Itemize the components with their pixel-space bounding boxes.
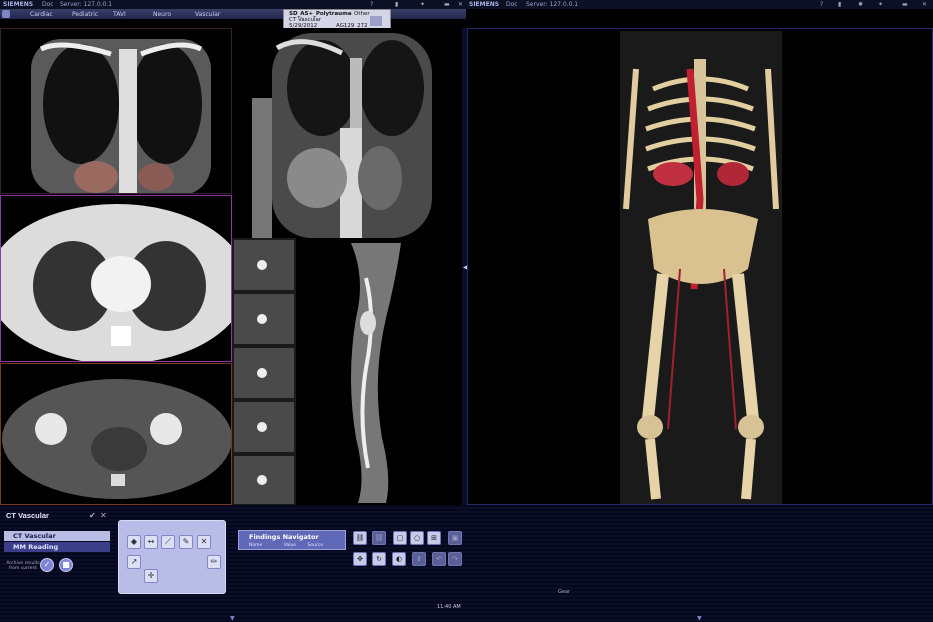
tools-icon-right[interactable]: ✦ [878, 1, 883, 8]
eraser-icon[interactable]: ✕ [197, 535, 211, 549]
volume-rendering-image [620, 31, 782, 504]
left-titlebar: SIEMENS Doc Server: 127.0.0.1 ? ▮ ✦ ▬ ✕ [0, 0, 466, 9]
user-label: Doc [42, 1, 54, 8]
workflow-ct-vascular[interactable]: CT Vascular [4, 531, 110, 541]
expand-down-icon[interactable]: ▼ [230, 615, 235, 622]
app-icon[interactable] [2, 10, 10, 18]
menu-item-neuro[interactable]: Neuro [153, 11, 171, 18]
pan-icon[interactable]: ✥ [353, 552, 367, 566]
user-label-right: Doc [506, 1, 518, 8]
curved-mpr-image [351, 243, 401, 503]
panel-title: CT Vascular [6, 511, 49, 520]
patient-info-box[interactable]: SD_AS+_Polytrauma Other CT Vascular 5/29… [283, 9, 391, 29]
measure-icon[interactable]: ↔ [144, 535, 158, 549]
minimize-icon-right[interactable]: ▬ [902, 1, 908, 8]
undo-icon[interactable]: ↶ [432, 552, 446, 566]
server-label: Server: 127.0.0.1 [60, 1, 113, 8]
phone-icon[interactable]: ▮ [395, 1, 398, 8]
dropdown-icon[interactable] [370, 16, 382, 26]
axial-pelvis-image [2, 379, 231, 499]
ruler-icon[interactable]: ⟋ [161, 535, 175, 549]
scroll-icon[interactable]: ⇕ [412, 552, 426, 566]
rotate-icon[interactable]: ↻ [372, 552, 386, 566]
viewport-coronal-abdomen[interactable] [232, 28, 462, 238]
col-name: Name [249, 543, 263, 548]
workflow-mm-reading[interactable]: MM Reading [4, 542, 110, 552]
arrow-icon[interactable]: ↗ [127, 555, 141, 569]
layout-grid-icon[interactable]: ⊞ [427, 531, 441, 545]
link-icon[interactable]: ⛓ [353, 531, 367, 545]
col-value: Value [283, 543, 297, 548]
crosshair-icon[interactable]: ✛ [144, 569, 158, 583]
application-menubar: Cardiac Pediatric TAVI Neuro Vascular [0, 9, 466, 19]
zoom-icon[interactable]: ○ [410, 531, 424, 545]
coronal-abdomen-image [252, 33, 432, 238]
cube-icon[interactable]: ◆ [127, 535, 141, 549]
menu-item-cardiac[interactable]: Cardiac [30, 11, 53, 18]
coronal-ct-image [31, 39, 211, 193]
help-icon-right[interactable]: ? [820, 1, 823, 8]
brand-logo: SIEMENS [3, 1, 34, 8]
menu-item-pediatric[interactable]: Pediatric [72, 11, 98, 18]
expand-down-icon-right[interactable]: ▼ [697, 615, 702, 622]
viewport-coronal[interactable] [0, 28, 232, 194]
minimize-icon[interactable]: ▬ [444, 1, 450, 8]
axial-chest-image [1, 204, 231, 361]
server-label-right: Server: 127.0.0.1 [526, 1, 579, 8]
window-icon[interactable]: ◐ [392, 552, 406, 566]
save-icon[interactable]: ▣ [448, 531, 462, 545]
link-off-icon[interactable]: ⛓ [372, 531, 386, 545]
workflow-label: MM Reading [13, 543, 59, 551]
brand-logo-right: SIEMENS [469, 1, 500, 8]
check-icon[interactable]: ✓ [40, 558, 54, 572]
viewport-cross-sections[interactable] [232, 238, 296, 505]
marker-icon[interactable]: ✎ [179, 535, 193, 549]
workflow-label: CT Vascular [13, 532, 56, 540]
stop-icon[interactable]: ■ [59, 558, 73, 572]
phone-icon-right[interactable]: ▮ [838, 1, 841, 8]
gear-icon[interactable]: ✹ [858, 1, 863, 8]
cross-section-strip [232, 238, 296, 505]
tools-icon[interactable]: ✦ [420, 1, 425, 8]
pen-icon[interactable]: ✏ [207, 555, 221, 569]
findings-columns: Name Value Source [249, 543, 323, 548]
viewport-curved-mpr[interactable] [296, 238, 462, 505]
right-caption: Gear [558, 589, 571, 595]
viewport-vrt[interactable] [467, 28, 933, 505]
close-icon[interactable]: ✕ [458, 1, 463, 8]
menu-item-vascular[interactable]: Vascular [195, 11, 220, 18]
check-settings-icon[interactable]: ✔ [89, 511, 96, 520]
right-titlebar: SIEMENS Doc Server: 127.0.0.1 ? ▮ ✹ ✦ ▬ … [466, 0, 933, 9]
archive-label: Archive results from current [6, 561, 40, 571]
close-icon-right[interactable]: ✕ [922, 1, 927, 8]
patient-other: Other [354, 11, 370, 17]
viewport-axial-chest[interactable] [0, 195, 232, 362]
menu-item-tavi[interactable]: TAVI [113, 11, 126, 18]
findings-title: Findings Navigator [249, 533, 319, 541]
redo-icon[interactable]: ↷ [448, 552, 462, 566]
clock: 11:40 AM [437, 604, 461, 610]
close-panel-icon[interactable]: ✕ [100, 511, 107, 520]
layout-1-icon[interactable]: ▢ [393, 531, 407, 545]
tool-palette: ◆ ↔ ⟋ ✎ ✕ ↗ ✛ ✏ [118, 520, 226, 594]
viewport-axial-pelvis[interactable] [0, 363, 232, 505]
help-icon[interactable]: ? [370, 1, 373, 8]
findings-navigator[interactable]: Findings Navigator Name Value Source [238, 530, 346, 550]
col-source: Source [307, 543, 323, 548]
